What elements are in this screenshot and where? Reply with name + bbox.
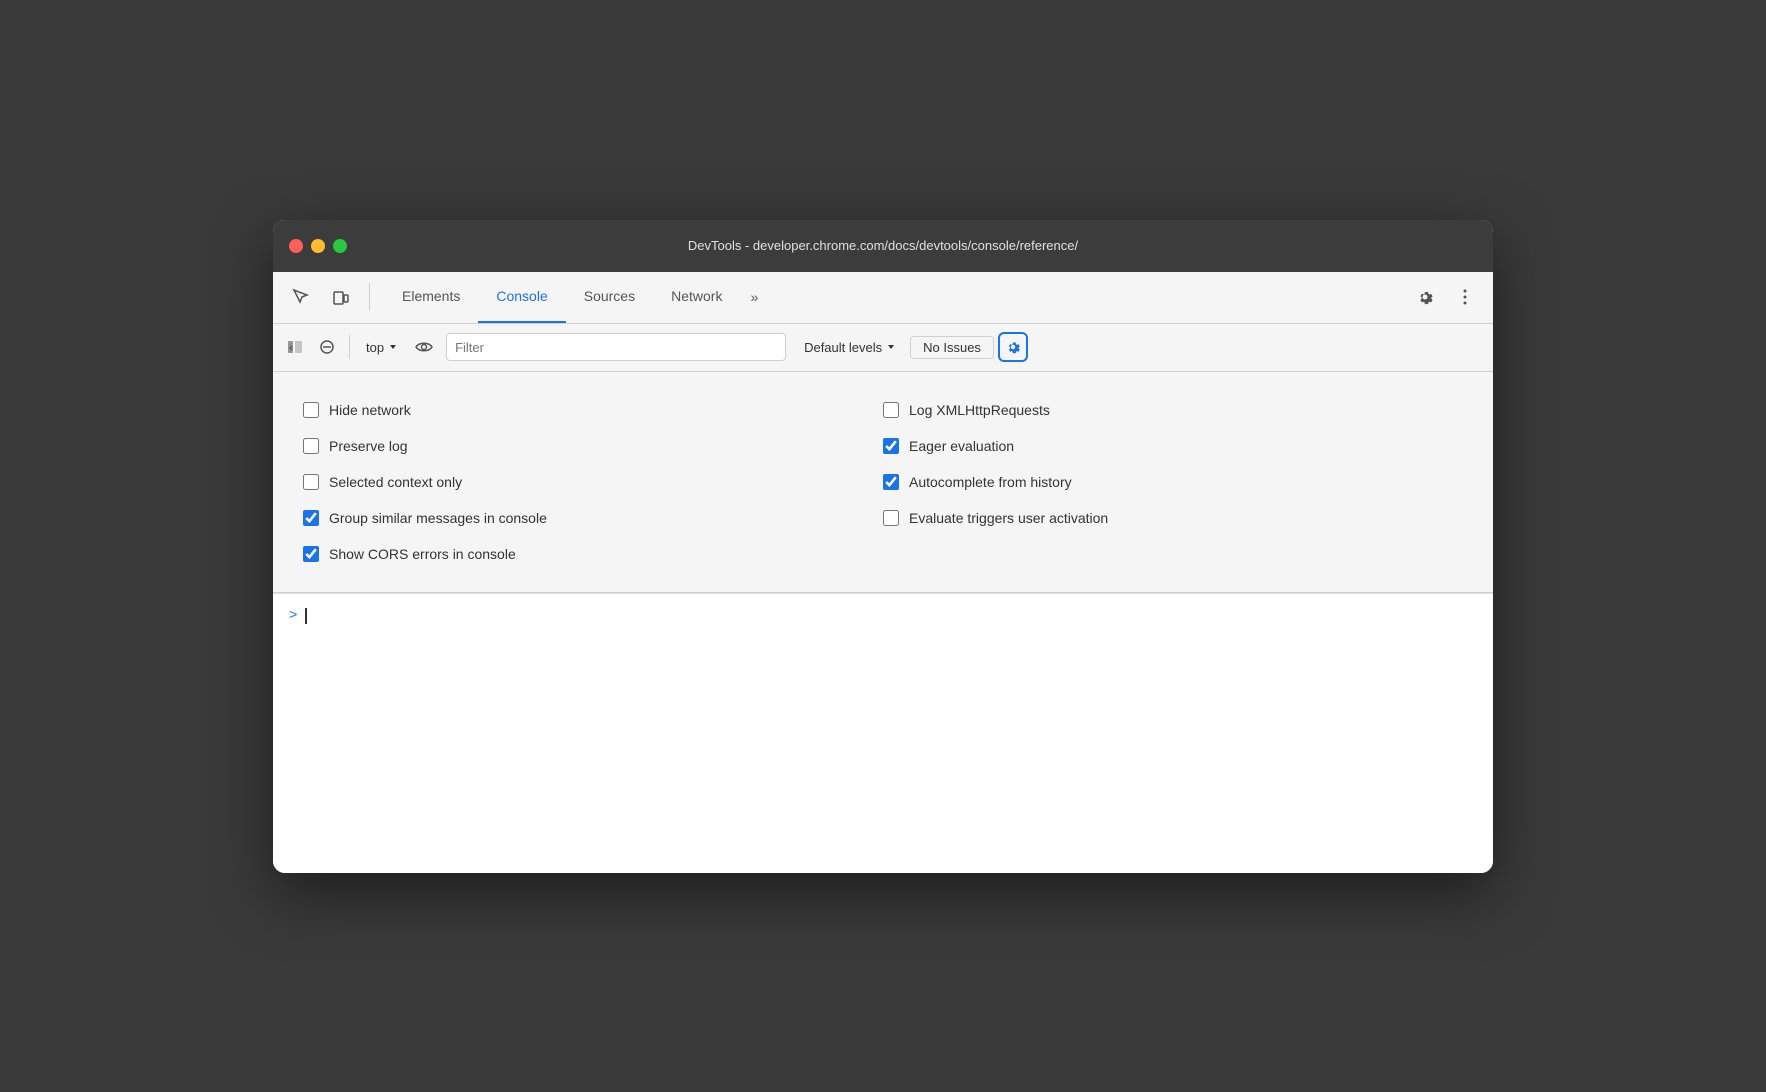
chevron-down-icon [388, 342, 398, 352]
checkbox-log-xmlhttp[interactable] [883, 402, 899, 418]
console-divider-1 [349, 335, 350, 359]
filter-input[interactable] [446, 333, 786, 361]
minimize-button[interactable] [311, 239, 325, 253]
checkbox-row: Group similar messages in console [303, 500, 883, 536]
devtools-settings-button[interactable] [1407, 279, 1443, 315]
checkbox-evaluate-triggers[interactable] [883, 510, 899, 526]
checkbox-hide-network[interactable] [303, 402, 319, 418]
checkbox-row: Eager evaluation [883, 428, 1463, 464]
settings-panel: Hide network Preserve log Selected context… [273, 372, 1493, 593]
maximize-button[interactable] [333, 239, 347, 253]
devtools-window: DevTools - developer.chrome.com/docs/dev… [273, 220, 1493, 873]
clear-console-button[interactable] [313, 333, 341, 361]
toolbar-right [1407, 279, 1483, 315]
checkbox-show-cors[interactable] [303, 546, 319, 562]
checkbox-row: Autocomplete from history [883, 464, 1463, 500]
checkbox-preserve-log[interactable] [303, 438, 319, 454]
checkbox-eager-eval[interactable] [883, 438, 899, 454]
label-log-xmlhttp: Log XMLHttpRequests [909, 402, 1050, 418]
context-selector-button[interactable]: top [358, 338, 406, 357]
more-options-button[interactable] [1447, 279, 1483, 315]
console-area: > [273, 593, 1493, 873]
label-eager-eval: Eager evaluation [909, 438, 1014, 454]
label-group-similar: Group similar messages in console [329, 510, 547, 526]
checkbox-autocomplete-history[interactable] [883, 474, 899, 490]
levels-chevron-icon [886, 342, 896, 352]
tab-elements[interactable]: Elements [384, 272, 478, 323]
label-show-cors: Show CORS errors in console [329, 546, 516, 562]
label-evaluate-triggers: Evaluate triggers user activation [909, 510, 1108, 526]
no-issues-button[interactable]: No Issues [910, 336, 994, 359]
label-selected-context: Selected context only [329, 474, 462, 490]
console-toolbar: top Default levels No Issues [273, 324, 1493, 372]
checkbox-row: Log XMLHttpRequests [883, 392, 1463, 428]
checkbox-group-similar[interactable] [303, 510, 319, 526]
checkbox-row: Hide network [303, 392, 883, 428]
checkbox-row: Evaluate triggers user activation [883, 500, 1463, 536]
levels-dropdown-button[interactable]: Default levels [794, 338, 906, 357]
window-title: DevTools - developer.chrome.com/docs/dev… [688, 238, 1078, 253]
tab-list: Elements Console Sources Network » [384, 272, 1403, 323]
traffic-lights [289, 239, 347, 253]
checkbox-row: Preserve log [303, 428, 883, 464]
console-cursor [305, 608, 307, 624]
device-toolbar-button[interactable] [323, 279, 359, 315]
toolbar-divider-1 [369, 283, 370, 311]
tab-console[interactable]: Console [478, 272, 565, 323]
settings-grid: Hide network Preserve log Selected context… [303, 392, 1463, 572]
main-toolbar: Elements Console Sources Network » [273, 272, 1493, 324]
checkbox-selected-context[interactable] [303, 474, 319, 490]
console-settings-button[interactable] [998, 332, 1028, 362]
checkbox-row: Show CORS errors in console [303, 536, 883, 572]
context-label: top [366, 340, 384, 355]
label-hide-network: Hide network [329, 402, 411, 418]
title-bar: DevTools - developer.chrome.com/docs/dev… [273, 220, 1493, 272]
label-preserve-log: Preserve log [329, 438, 408, 454]
console-prompt-symbol: > [289, 608, 297, 624]
eye-icon-button[interactable] [410, 333, 438, 361]
close-button[interactable] [289, 239, 303, 253]
settings-left-column: Hide network Preserve log Selected context… [303, 392, 883, 572]
settings-right-column: Log XMLHttpRequests Eager evaluation Autoc… [883, 392, 1463, 572]
more-tabs-button[interactable]: » [740, 272, 768, 323]
checkbox-row: Selected context only [303, 464, 883, 500]
tab-sources[interactable]: Sources [566, 272, 653, 323]
tab-network[interactable]: Network [653, 272, 740, 323]
levels-label: Default levels [804, 340, 882, 355]
sidebar-toggle-button[interactable] [281, 333, 309, 361]
inspect-element-button[interactable] [283, 279, 319, 315]
label-autocomplete-history: Autocomplete from history [909, 474, 1072, 490]
